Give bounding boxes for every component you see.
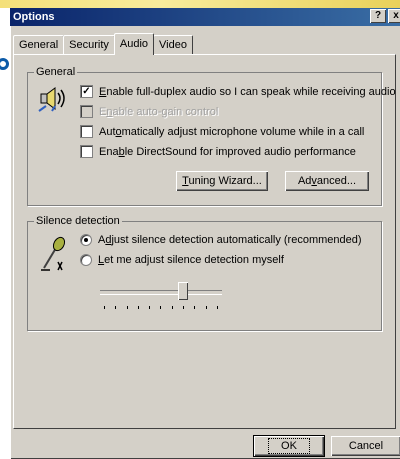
- silence-manual-radio[interactable]: [80, 254, 92, 266]
- full-duplex-checkbox[interactable]: ✓: [80, 85, 93, 98]
- background-left: [0, 8, 10, 459]
- option-silence-manual[interactable]: Let me adjust silence detection myself: [80, 254, 284, 266]
- window-title: Options: [13, 11, 55, 23]
- audio-panel: General ✓ Enable full-duplex audio so I …: [13, 54, 396, 429]
- tab-strip: General Security Audio Video: [13, 33, 193, 55]
- tuning-wizard-button[interactable]: Tuning Wizard...: [176, 171, 268, 191]
- auto-mic-volume-label: Automatically adjust microphone volume w…: [99, 125, 365, 138]
- options-dialog: Options ? x General Security Audio Video…: [10, 8, 400, 459]
- microphone-icon: [41, 236, 66, 271]
- close-button[interactable]: x: [388, 9, 400, 23]
- option-silence-auto[interactable]: Adjust silence detection automatically (…: [80, 234, 362, 246]
- silence-group: Silence detection Adjust silence detecti…: [27, 215, 382, 331]
- general-legend: General: [34, 66, 78, 78]
- tab-general[interactable]: General: [13, 35, 65, 54]
- speaker-icon: [38, 87, 65, 112]
- background-strip: [0, 0, 400, 8]
- directsound-label: Enable DirectSound for improved audio pe…: [99, 145, 356, 158]
- slider-tick: [115, 306, 117, 309]
- option-auto-gain: Enable auto-gain control: [80, 105, 218, 118]
- option-full-duplex[interactable]: ✓ Enable full-duplex audio so I can spea…: [80, 85, 396, 98]
- ok-button[interactable]: OK: [254, 436, 324, 456]
- slider-tick: [171, 306, 173, 309]
- option-directsound[interactable]: Enable DirectSound for improved audio pe…: [80, 145, 356, 158]
- silence-slider-track[interactable]: [100, 290, 222, 295]
- slider-tick: [216, 306, 218, 309]
- silence-legend: Silence detection: [34, 215, 122, 227]
- help-button[interactable]: ?: [370, 9, 386, 23]
- auto-gain-label: Enable auto-gain control: [99, 105, 219, 118]
- silence-slider-ticks: [104, 306, 218, 309]
- auto-gain-checkbox: [80, 105, 93, 118]
- slider-tick: [126, 306, 128, 309]
- slider-tick: [194, 306, 196, 309]
- tab-security[interactable]: Security: [63, 35, 115, 54]
- silence-slider-thumb[interactable]: [178, 282, 189, 300]
- slider-tick: [104, 306, 105, 309]
- general-group: General ✓ Enable full-duplex audio so I …: [27, 66, 396, 206]
- tab-video[interactable]: Video: [153, 35, 193, 54]
- full-duplex-label: Enable full-duplex audio so I can speak …: [99, 85, 396, 98]
- slider-tick: [205, 306, 207, 309]
- slider-tick: [149, 306, 151, 309]
- silence-auto-radio[interactable]: [80, 234, 92, 246]
- slider-tick: [137, 306, 139, 309]
- directsound-checkbox[interactable]: [80, 145, 93, 158]
- slider-tick: [160, 306, 162, 309]
- cancel-button[interactable]: Cancel: [331, 436, 400, 456]
- title-bar: Options ? x: [10, 8, 400, 26]
- auto-mic-volume-checkbox[interactable]: [80, 125, 93, 138]
- silence-manual-label: Let me adjust silence detection myself: [98, 254, 284, 266]
- advanced-button[interactable]: Advanced...: [285, 171, 369, 191]
- option-auto-mic-volume[interactable]: Automatically adjust microphone volume w…: [80, 125, 364, 138]
- tab-audio[interactable]: Audio: [113, 33, 155, 55]
- slider-tick: [183, 306, 185, 309]
- silence-auto-label: Adjust silence detection automatically (…: [98, 234, 362, 246]
